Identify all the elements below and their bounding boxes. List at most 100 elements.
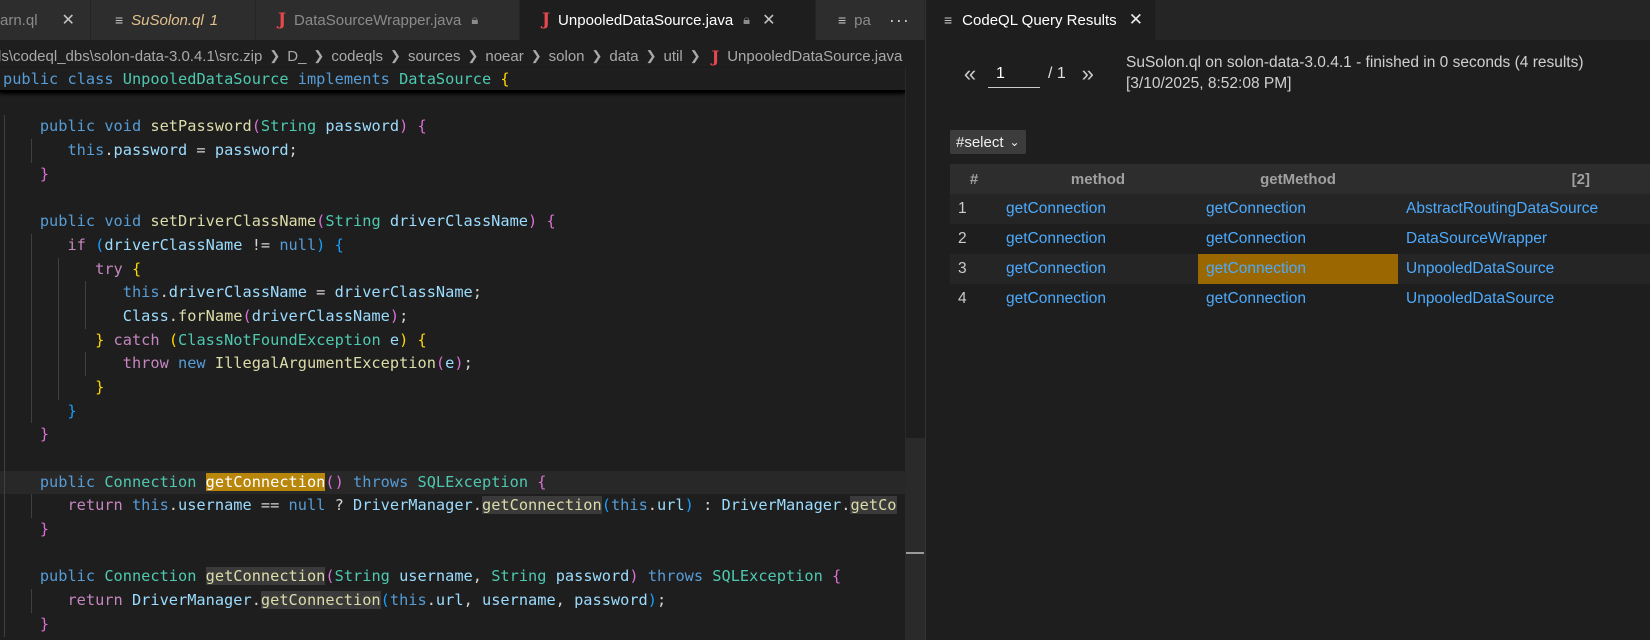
code-line[interactable] <box>0 541 905 566</box>
query-status-summary: SuSolon.ql on solon-data-3.0.4.1 - finis… <box>1126 54 1584 71</box>
java-file-icon: J <box>711 46 720 66</box>
row-index: 1 <box>950 194 998 224</box>
breadcrumb-item[interactable]: D_ <box>287 48 306 65</box>
column-header-method[interactable]: method <box>998 164 1198 194</box>
code-line[interactable]: try { <box>0 257 905 282</box>
code-line[interactable]: return DriverManager.getConnection(this.… <box>0 589 905 613</box>
breadcrumb-item[interactable]: data <box>609 48 638 65</box>
preview-icon: ≡ <box>944 12 953 28</box>
chevron-right-icon: ❯ <box>390 48 401 63</box>
column-header-index[interactable]: # <box>950 164 998 194</box>
code-line[interactable]: } catch (ClassNotFoundException e) { <box>0 328 905 353</box>
tab-pa[interactable]: ≡ pa ··· <box>816 0 925 40</box>
page-number-input[interactable] <box>988 60 1040 88</box>
tab-label: CodeQL Query Results <box>962 11 1117 29</box>
result-set-label: #select <box>956 133 1004 151</box>
code-line[interactable]: } <box>0 423 905 447</box>
tab-label: UnpooledDataSource.java <box>558 11 734 29</box>
vertical-scrollbar-thumb[interactable] <box>906 438 925 640</box>
breadcrumb-item[interactable]: UnpooledDataSource.java <box>727 48 902 65</box>
close-icon[interactable]: ✕ <box>62 10 75 30</box>
breadcrumb-item[interactable]: ls\codeql_dbs\solon-data-3.0.4.1\src.zip <box>0 48 262 65</box>
table-header-row: # method getMethod [2] <box>950 164 1650 194</box>
code-line[interactable]: throw new IllegalArgumentException(e); <box>0 352 905 376</box>
code-line[interactable]: } <box>0 162 905 187</box>
breadcrumb-item[interactable]: solon <box>549 48 585 65</box>
table-row[interactable]: 2 getConnection getConnection DataSource… <box>950 224 1650 254</box>
result-set-select[interactable]: #select ⌄ <box>950 130 1026 154</box>
method-link[interactable]: getConnection <box>998 224 1198 254</box>
code-line[interactable]: } <box>0 399 905 424</box>
tab-unpooleddatasource-java[interactable]: J UnpooledDataSource.java 🔒︎ ✕ <box>520 0 816 40</box>
getmethod-link[interactable]: getConnection <box>1198 284 1398 314</box>
tab-label: SuSolon.ql <box>131 11 204 29</box>
row-index: 2 <box>950 224 998 254</box>
more-actions-icon[interactable]: ··· <box>889 10 910 31</box>
code-line[interactable]: } <box>0 375 905 400</box>
ql-file-icon: ≡ <box>838 12 847 28</box>
code-line[interactable]: public Connection getConnection(String u… <box>0 565 905 590</box>
class-link[interactable]: UnpooledDataSource <box>1398 254 1650 284</box>
table-row[interactable]: 1 getConnection getConnection AbstractRo… <box>950 194 1650 224</box>
column-header-2[interactable]: [2] <box>1398 164 1650 194</box>
breadcrumb: ls\codeql_dbs\solon-data-3.0.4.1\src.zip… <box>0 44 925 68</box>
editor-tab-bar: arn.ql ✕ ≡ SuSolon.ql 1 J DataSourceWrap… <box>0 0 925 40</box>
method-link[interactable]: getConnection <box>998 254 1198 284</box>
method-link[interactable]: getConnection <box>998 194 1198 224</box>
getmethod-link-selected[interactable]: getConnection <box>1198 254 1398 284</box>
chevron-right-icon: ❯ <box>467 48 479 63</box>
tab-arn-ql[interactable]: arn.ql ✕ <box>0 0 91 40</box>
class-link[interactable]: UnpooledDataSource <box>1398 284 1650 314</box>
lock-icon: 🔒︎ <box>743 12 751 27</box>
chevron-down-icon: ⌄ <box>1009 135 1020 149</box>
code-line[interactable]: this.driverClassName = driverClassName; <box>0 281 905 305</box>
tab-label: arn.ql <box>0 11 38 29</box>
sticky-scroll-line[interactable]: public class UnpooledDataSource implemen… <box>0 68 905 92</box>
table-row[interactable]: 4 getConnection getConnection UnpooledDa… <box>950 284 1650 314</box>
query-status: SuSolon.ql on solon-data-3.0.4.1 - finis… <box>1126 52 1626 94</box>
code-line[interactable]: } <box>0 612 905 637</box>
code-editor[interactable]: arn.ql ✕ ≡ SuSolon.ql 1 J DataSourceWrap… <box>0 0 925 640</box>
pagination: « / 1 » <box>956 60 1102 88</box>
tab-label: pa <box>854 11 871 29</box>
tab-susolon-ql[interactable]: ≡ SuSolon.ql 1 <box>91 0 256 40</box>
breadcrumb-item[interactable]: noear <box>485 48 523 65</box>
chevron-right-icon: ❯ <box>689 48 701 63</box>
getmethod-link[interactable]: getConnection <box>1198 224 1398 254</box>
page-total: / 1 <box>1048 65 1066 82</box>
codeql-results-panel: ≡ CodeQL Query Results ✕ « / 1 » SuSolon… <box>926 0 1650 640</box>
code-line[interactable]: this.password = password; <box>0 139 905 163</box>
tab-codeql-query-results[interactable]: ≡ CodeQL Query Results ✕ <box>926 0 1155 40</box>
breadcrumb-item[interactable]: codeqls <box>331 48 383 65</box>
results-tab-bar: ≡ CodeQL Query Results ✕ <box>926 0 1650 40</box>
breadcrumb-item[interactable]: sources <box>408 48 461 65</box>
code-line[interactable]: return this.username == null ? DriverMan… <box>0 494 905 519</box>
row-index: 4 <box>950 284 998 314</box>
breadcrumb-item[interactable]: util <box>664 48 683 65</box>
code-line[interactable]: if (driverClassName != null) { <box>0 233 905 258</box>
tab-datasourcewrapper-java[interactable]: J DataSourceWrapper.java 🔒︎ <box>256 0 520 40</box>
java-file-icon: J <box>278 10 287 30</box>
tab-label: DataSourceWrapper.java <box>294 11 462 29</box>
code-line[interactable]: public void setPassword(String password)… <box>0 115 905 140</box>
code-area[interactable]: public class UnpooledDataSource implemen… <box>0 68 905 637</box>
method-link[interactable]: getConnection <box>998 284 1198 314</box>
code-line[interactable] <box>0 92 905 116</box>
code-line[interactable]: public void setDriverClassName(String dr… <box>0 210 905 234</box>
prev-page-icon[interactable]: « <box>956 61 984 87</box>
code-line[interactable] <box>0 447 905 471</box>
code-line-current[interactable]: public Connection getConnection() throws… <box>0 470 905 495</box>
getmethod-link[interactable]: getConnection <box>1198 194 1398 224</box>
table-row-selected[interactable]: 3 getConnection getConnection UnpooledDa… <box>950 254 1650 284</box>
code-line[interactable]: Class.forName(driverClassName); <box>0 304 905 329</box>
close-icon[interactable]: ✕ <box>762 10 775 30</box>
code-line[interactable]: } <box>0 518 905 542</box>
class-link[interactable]: DataSourceWrapper <box>1398 224 1650 254</box>
class-link[interactable]: AbstractRoutingDataSource <box>1398 194 1650 224</box>
next-page-icon[interactable]: » <box>1074 61 1102 87</box>
chevron-right-icon: ❯ <box>313 48 325 63</box>
code-line[interactable] <box>0 186 905 211</box>
close-icon[interactable]: ✕ <box>1129 10 1143 30</box>
chevron-right-icon: ❯ <box>591 48 603 63</box>
column-header-getmethod[interactable]: getMethod <box>1198 164 1398 194</box>
